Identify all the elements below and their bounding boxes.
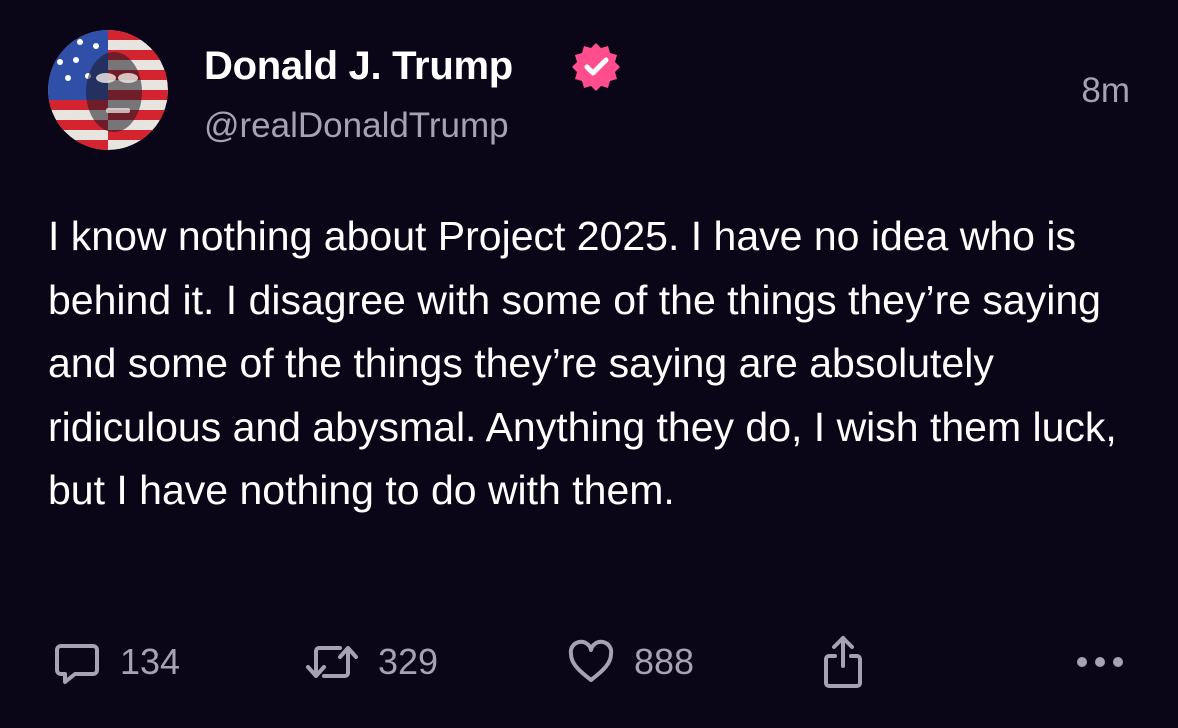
author-handle[interactable]: @realDonaldTrump xyxy=(204,105,509,147)
like-count: 888 xyxy=(634,641,695,682)
post-timestamp[interactable]: 8m xyxy=(1081,70,1130,112)
post-action-bar: 134 329 888 xyxy=(0,630,1178,694)
author-display-name[interactable]: Donald J. Trump xyxy=(204,42,513,90)
more-options-button[interactable] xyxy=(1074,630,1126,694)
share-icon xyxy=(824,636,862,688)
repost-icon xyxy=(306,646,358,678)
reply-count: 134 xyxy=(120,641,181,682)
heart-icon xyxy=(568,639,614,682)
reply-icon xyxy=(55,644,99,684)
repost-count: 329 xyxy=(378,641,439,682)
more-icon xyxy=(1077,657,1123,667)
like-button[interactable]: 888 xyxy=(566,630,694,694)
reply-button[interactable]: 134 xyxy=(52,630,180,694)
verified-badge-icon xyxy=(570,40,622,92)
repost-button[interactable]: 329 xyxy=(304,630,438,694)
share-button[interactable] xyxy=(818,630,868,694)
avatar[interactable] xyxy=(48,30,168,150)
post-card: Donald J. Trump @realDonaldTrump 8m I kn… xyxy=(0,0,1178,728)
post-body-text: I know nothing about Project 2025. I hav… xyxy=(48,213,1117,513)
avatar-image xyxy=(48,30,168,150)
